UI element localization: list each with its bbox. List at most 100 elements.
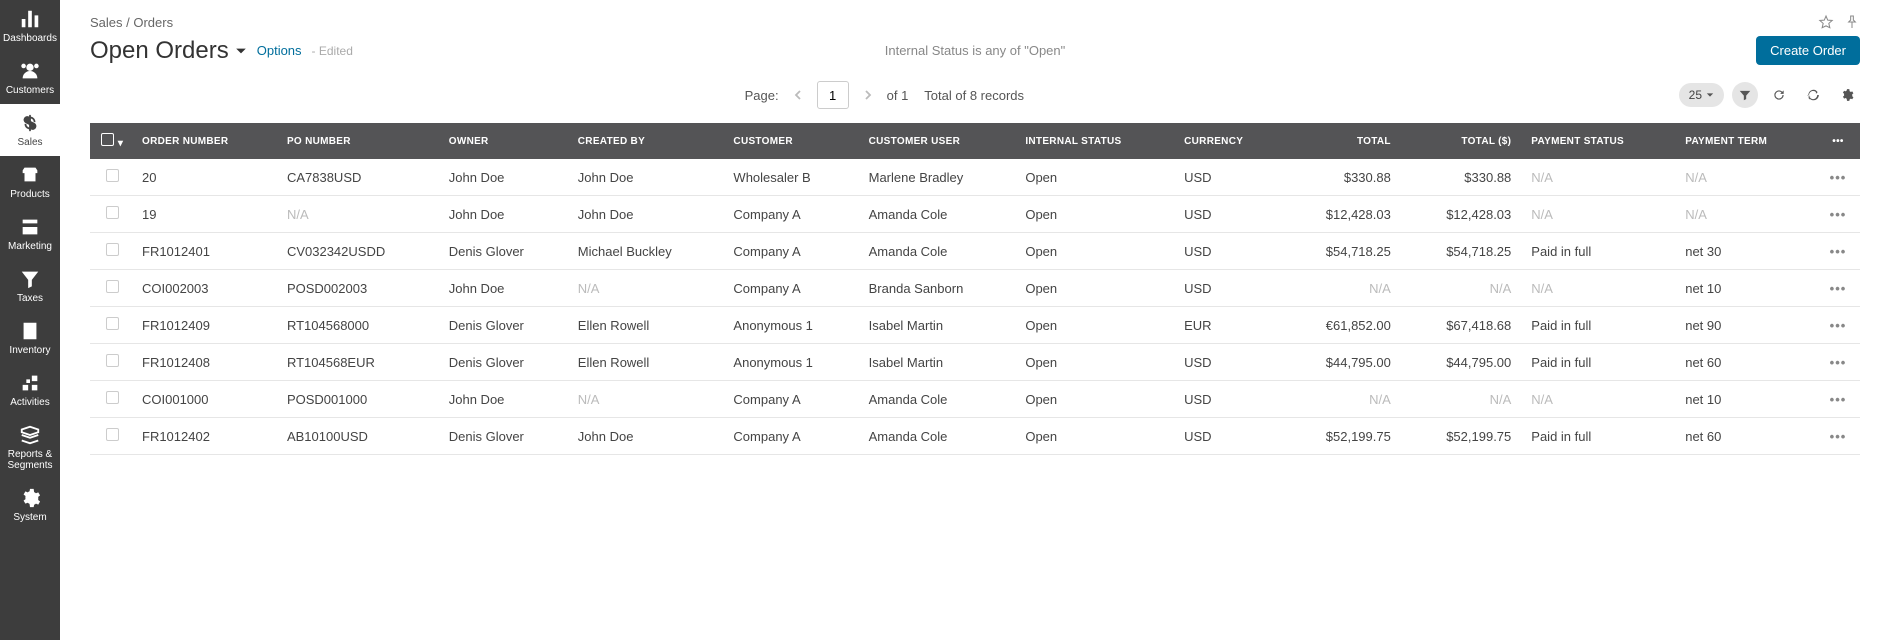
col-created-by[interactable]: CREATED BY <box>570 123 726 159</box>
row-checkbox[interactable] <box>106 354 119 367</box>
select-all-checkbox[interactable] <box>101 133 114 146</box>
cell: POSD002003 <box>279 270 441 307</box>
col-customer-user[interactable]: CUSTOMER USER <box>861 123 1018 159</box>
row-select[interactable] <box>90 233 134 270</box>
row-actions-button[interactable]: ••• <box>1816 196 1860 233</box>
table-row[interactable]: COI001000POSD001000John DoeN/ACompany AA… <box>90 381 1860 418</box>
sidebar-item-inventory[interactable]: Inventory <box>0 312 60 364</box>
cell: Open <box>1017 159 1176 196</box>
reset-icon <box>1806 88 1820 102</box>
caret-down-icon: ▾ <box>118 138 123 149</box>
table-row[interactable]: FR1012402AB10100USDDenis GloverJohn DoeC… <box>90 418 1860 455</box>
table-row[interactable]: FR1012409RT104568000Denis GloverEllen Ro… <box>90 307 1860 344</box>
col-internal-status[interactable]: INTERNAL STATUS <box>1017 123 1176 159</box>
cell: USD <box>1176 344 1282 381</box>
reset-button[interactable] <box>1800 82 1826 108</box>
sidebar-item-products[interactable]: Products <box>0 156 60 208</box>
select-all-header[interactable]: ▾ <box>90 123 134 159</box>
sidebar-item-label: Taxes <box>17 293 43 304</box>
sidebar-item-label: Products <box>10 189 49 200</box>
favorite-icon[interactable] <box>1818 14 1834 30</box>
row-checkbox[interactable] <box>106 317 119 330</box>
cell: $44,795.00 <box>1403 344 1523 381</box>
options-link[interactable]: Options <box>257 43 302 58</box>
row-actions-button[interactable]: ••• <box>1816 233 1860 270</box>
row-actions-button[interactable]: ••• <box>1816 159 1860 196</box>
row-select[interactable] <box>90 381 134 418</box>
row-checkbox[interactable] <box>106 391 119 404</box>
row-checkbox[interactable] <box>106 428 119 441</box>
cell: CV032342USDD <box>279 233 441 270</box>
table-row[interactable]: 20CA7838USDJohn DoeJohn DoeWholesaler BM… <box>90 159 1860 196</box>
sidebar-item-taxes[interactable]: Taxes <box>0 260 60 312</box>
row-select[interactable] <box>90 418 134 455</box>
sidebar-item-label: Reports & Segments <box>2 449 58 471</box>
filter-button[interactable] <box>1732 82 1758 108</box>
col-payment-status[interactable]: PAYMENT STATUS <box>1523 123 1677 159</box>
row-checkbox[interactable] <box>106 169 119 182</box>
row-select[interactable] <box>90 344 134 381</box>
cell: N/A <box>570 381 726 418</box>
sidebar: Dashboards Customers Sales Products Marketin… <box>0 0 60 640</box>
cell: €61,852.00 <box>1282 307 1402 344</box>
sidebar-item-sales[interactable]: Sales <box>0 104 60 156</box>
inventory-icon <box>19 320 41 342</box>
table-row[interactable]: 19N/AJohn DoeJohn DoeCompany AAmanda Col… <box>90 196 1860 233</box>
row-actions-button[interactable]: ••• <box>1816 270 1860 307</box>
filter-icon <box>1738 88 1752 102</box>
col-customer[interactable]: CUSTOMER <box>725 123 860 159</box>
col-owner[interactable]: OWNER <box>441 123 570 159</box>
row-checkbox[interactable] <box>106 206 119 219</box>
table-row[interactable]: FR1012401CV032342USDDDenis GloverMichael… <box>90 233 1860 270</box>
col-total-usd[interactable]: TOTAL ($) <box>1403 123 1523 159</box>
pin-icon[interactable] <box>1844 14 1860 30</box>
cell: $330.88 <box>1403 159 1523 196</box>
row-select[interactable] <box>90 270 134 307</box>
row-actions-button[interactable]: ••• <box>1816 307 1860 344</box>
cell: 19 <box>134 196 279 233</box>
row-actions-button[interactable]: ••• <box>1816 418 1860 455</box>
refresh-button[interactable] <box>1766 82 1792 108</box>
sidebar-item-marketing[interactable]: Marketing <box>0 208 60 260</box>
row-select[interactable] <box>90 196 134 233</box>
cell: FR1012409 <box>134 307 279 344</box>
sidebar-item-label: Customers <box>6 85 54 96</box>
col-po-number[interactable]: PO NUMBER <box>279 123 441 159</box>
table-row[interactable]: COI002003POSD002003John DoeN/ACompany AB… <box>90 270 1860 307</box>
row-select[interactable] <box>90 159 134 196</box>
col-total[interactable]: TOTAL <box>1282 123 1402 159</box>
col-actions: ••• <box>1816 123 1860 159</box>
row-checkbox[interactable] <box>106 280 119 293</box>
cell: Denis Glover <box>441 307 570 344</box>
cell: net 60 <box>1677 344 1816 381</box>
cell: N/A <box>1282 381 1402 418</box>
sidebar-item-dashboards[interactable]: Dashboards <box>0 0 60 52</box>
row-actions-button[interactable]: ••• <box>1816 381 1860 418</box>
table-row[interactable]: FR1012408RT104568EURDenis GloverEllen Ro… <box>90 344 1860 381</box>
cell: $44,795.00 <box>1282 344 1402 381</box>
page-size-dropdown[interactable]: 25 <box>1679 83 1724 107</box>
cell: Open <box>1017 196 1176 233</box>
orders-table: ▾ ORDER NUMBER PO NUMBER OWNER CREATED B… <box>90 123 1860 455</box>
next-page-button[interactable] <box>857 84 879 106</box>
cell: Paid in full <box>1523 233 1677 270</box>
dashboards-icon <box>19 8 41 30</box>
row-actions-button[interactable]: ••• <box>1816 344 1860 381</box>
sidebar-item-system[interactable]: System <box>0 479 60 531</box>
sidebar-item-activities[interactable]: Activities <box>0 364 60 416</box>
col-currency[interactable]: CURRENCY <box>1176 123 1282 159</box>
cell: Amanda Cole <box>861 418 1018 455</box>
create-order-button[interactable]: Create Order <box>1756 36 1860 65</box>
col-order-number[interactable]: ORDER NUMBER <box>134 123 279 159</box>
cell: RT104568000 <box>279 307 441 344</box>
row-select[interactable] <box>90 307 134 344</box>
page-input[interactable] <box>817 81 849 109</box>
prev-page-button[interactable] <box>787 84 809 106</box>
row-checkbox[interactable] <box>106 243 119 256</box>
col-payment-term[interactable]: PAYMENT TERM <box>1677 123 1816 159</box>
page-title-dropdown[interactable]: Open Orders <box>90 37 247 65</box>
sidebar-item-reports[interactable]: Reports & Segments <box>0 416 60 479</box>
page-label: Page: <box>745 88 779 103</box>
grid-settings-button[interactable] <box>1834 82 1860 108</box>
sidebar-item-customers[interactable]: Customers <box>0 52 60 104</box>
